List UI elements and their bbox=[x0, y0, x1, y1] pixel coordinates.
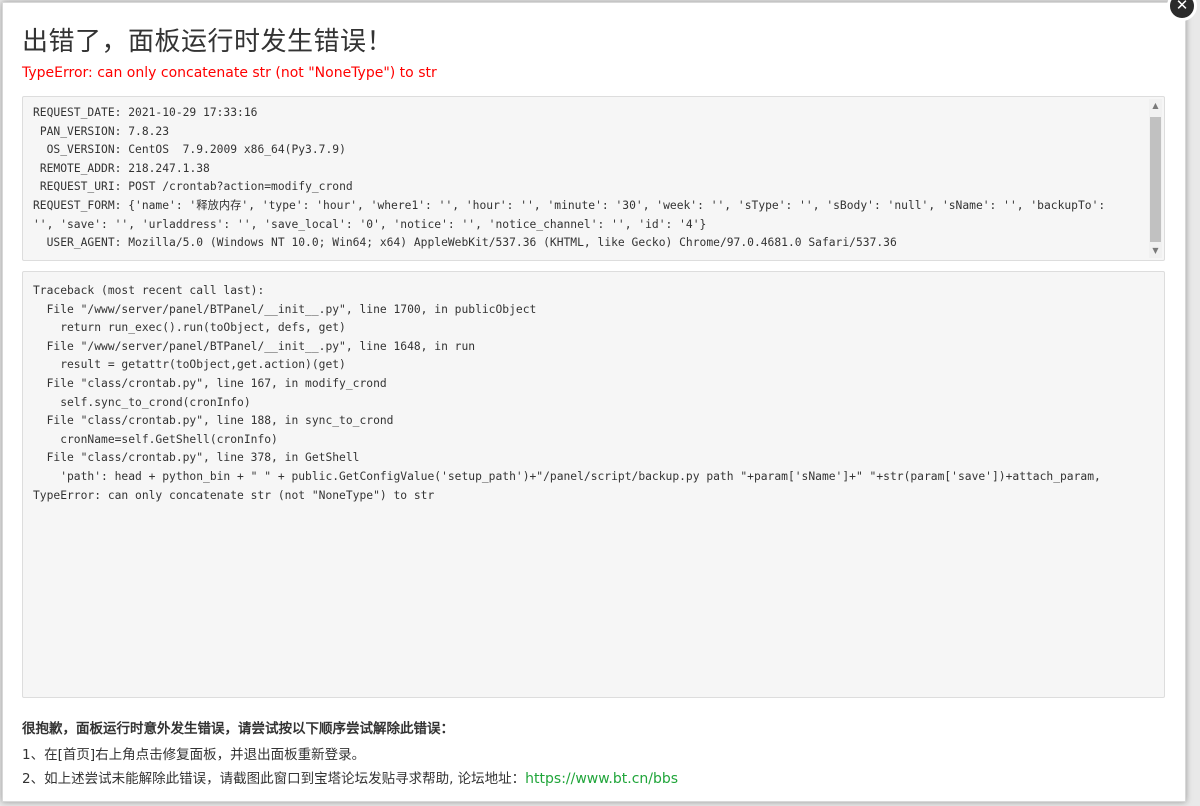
forum-link[interactable]: https://www.bt.cn/bbs bbox=[525, 771, 678, 787]
help-section: 很抱歉，面板运行时意外发生错误，请尝试按以下顺序尝试解除此错误： 1、在[首页]… bbox=[22, 717, 678, 791]
request-info-text: REQUEST_DATE: 2021-10-29 17:33:16 PAN_VE… bbox=[33, 106, 1106, 250]
traceback-panel[interactable]: Traceback (most recent call last): File … bbox=[22, 271, 1165, 698]
scroll-down-arrow-icon[interactable]: ▼ bbox=[1149, 244, 1162, 258]
help-heading: 很抱歉，面板运行时意外发生错误，请尝试按以下顺序尝试解除此错误： bbox=[22, 721, 454, 737]
error-dialog: ✕ 出错了，面板运行时发生错误！ TypeError: can only con… bbox=[2, 0, 1197, 802]
help-step-1: 1、在[首页]右上角点击修复面板，并退出面板重新登录。 bbox=[22, 747, 366, 763]
help-step-2: 2、如上述尝试未能解除此错误，请截图此窗口到宝塔论坛发贴寻求帮助, 论坛地址：h… bbox=[22, 767, 678, 791]
error-message: TypeError: can only concatenate str (not… bbox=[22, 65, 437, 81]
scrollbar-thumb[interactable] bbox=[1150, 117, 1161, 242]
error-title: 出错了，面板运行时发生错误！ bbox=[22, 27, 394, 57]
close-icon: ✕ bbox=[1175, 0, 1189, 14]
traceback-text: Traceback (most recent call last): File … bbox=[33, 284, 1101, 502]
request-info-panel[interactable]: REQUEST_DATE: 2021-10-29 17:33:16 PAN_VE… bbox=[22, 96, 1165, 261]
scroll-up-arrow-icon[interactable]: ▲ bbox=[1149, 99, 1162, 113]
help-step-2-text: 2、如上述尝试未能解除此错误，请截图此窗口到宝塔论坛发贴寻求帮助, 论坛地址： bbox=[22, 771, 526, 787]
request-info-scrollbar[interactable]: ▲ ▼ bbox=[1149, 99, 1162, 258]
